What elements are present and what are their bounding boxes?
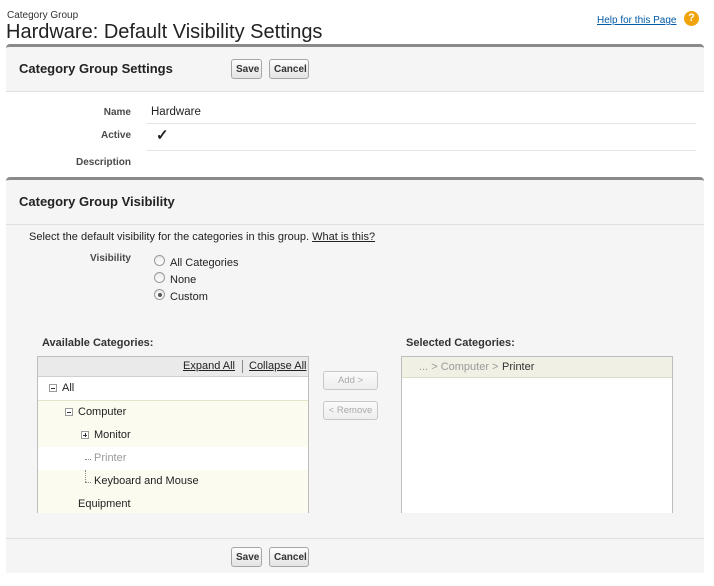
remove-button[interactable]: < Remove — [323, 401, 378, 420]
help-link[interactable]: Help for this Page — [597, 15, 677, 26]
divider — [146, 150, 696, 151]
expand-all-link[interactable]: Expand All — [183, 360, 235, 372]
settings-header: Category Group Settings Save Cancel — [6, 47, 704, 92]
radio-custom-label[interactable]: Custom — [170, 291, 208, 303]
tree-node-computer[interactable]: Computer — [38, 401, 308, 425]
tree-node-equipment[interactable]: Equipment — [38, 493, 308, 513]
selected-categories-label: Selected Categories: — [406, 337, 515, 349]
tree-node-label[interactable]: Monitor — [94, 429, 131, 441]
name-value: Hardware — [151, 106, 201, 118]
tree-connector — [85, 459, 91, 460]
tree-node-all[interactable]: All — [38, 377, 308, 401]
cancel-button[interactable]: Cancel — [269, 59, 309, 79]
footer-cancel-button[interactable]: Cancel — [269, 547, 309, 567]
tree-toolbar: Expand All Collapse All — [38, 357, 308, 377]
visibility-label: Visibility — [90, 253, 131, 264]
radio-custom[interactable] — [154, 289, 165, 300]
settings-panel: Category Group Settings Save Cancel Name… — [6, 44, 704, 179]
selected-item-path: ... > Computer > — [419, 361, 499, 373]
settings-body: Name Hardware Active ✓ Description — [6, 92, 704, 179]
breadcrumb: Category Group — [7, 10, 79, 21]
radio-all-label[interactable]: All Categories — [170, 257, 238, 269]
settings-title: Category Group Settings — [19, 61, 173, 76]
collapse-icon[interactable] — [49, 384, 57, 392]
help-icon[interactable]: ? — [684, 11, 699, 26]
radio-none[interactable] — [154, 272, 165, 283]
tree-connector — [85, 470, 86, 482]
expand-icon[interactable] — [81, 431, 89, 439]
available-categories-label: Available Categories: — [42, 337, 154, 349]
selected-item[interactable]: ... > Computer > Printer — [402, 357, 672, 378]
active-checkmark: ✓ — [156, 127, 169, 144]
tree-node-label[interactable]: Equipment — [78, 498, 131, 510]
active-label: Active — [100, 130, 131, 141]
tree-node-label[interactable]: All — [62, 382, 74, 394]
footer-save-button[interactable]: Save — [231, 547, 262, 567]
available-categories-tree[interactable]: Expand All Collapse All All Computer Mon… — [37, 356, 309, 513]
tree-node-label[interactable]: Computer — [78, 406, 126, 418]
description-label: Description — [75, 157, 131, 168]
tree-node-label[interactable]: Keyboard and Mouse — [94, 475, 199, 487]
toolbar-separator — [242, 360, 243, 373]
footer-bar — [6, 539, 704, 573]
visibility-header: Category Group Visibility — [6, 180, 704, 225]
selected-categories-list[interactable]: ... > Computer > Printer — [401, 356, 673, 513]
collapse-icon[interactable] — [65, 408, 73, 416]
save-button[interactable]: Save — [231, 59, 262, 79]
tree-connector — [85, 482, 91, 483]
add-button[interactable]: Add > — [323, 371, 378, 390]
tree-node-monitor[interactable]: Monitor — [38, 424, 308, 448]
tree-node-label: Printer — [94, 452, 127, 464]
name-label: Name — [103, 107, 131, 118]
visibility-title: Category Group Visibility — [19, 194, 175, 209]
tree-node-printer: Printer — [38, 447, 308, 471]
radio-all-categories[interactable] — [154, 255, 165, 266]
visibility-intro-text: Select the default visibility for the ca… — [29, 231, 310, 243]
what-is-this-link[interactable]: What is this? — [312, 231, 375, 243]
tree-node-keyboard-mouse[interactable]: Keyboard and Mouse — [38, 470, 308, 494]
page-title: Hardware: Default Visibility Settings — [6, 21, 323, 43]
collapse-all-link[interactable]: Collapse All — [249, 360, 306, 372]
selected-item-leaf: Printer — [502, 361, 535, 373]
divider — [146, 123, 696, 124]
visibility-intro: Select the default visibility for the ca… — [29, 231, 375, 243]
radio-none-label[interactable]: None — [170, 274, 196, 286]
